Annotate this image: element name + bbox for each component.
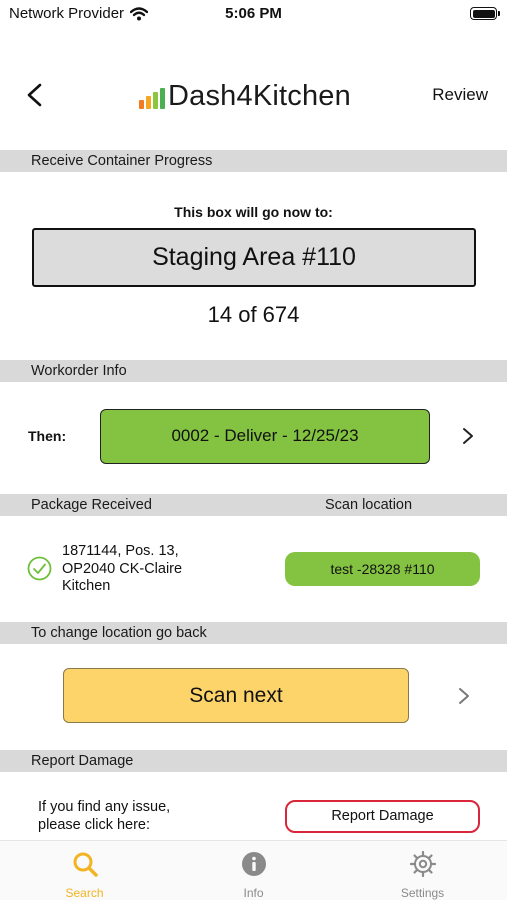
tab-info-label: Info <box>243 886 264 900</box>
gear-icon <box>409 850 436 878</box>
app-name: Dash4Kitchen <box>168 80 351 112</box>
info-icon <box>241 852 266 876</box>
package-line-3: Kitchen <box>62 578 111 594</box>
then-label: Then: <box>28 428 67 444</box>
workorder-chevron-right-icon[interactable] <box>459 426 477 446</box>
scan-next-button[interactable]: Scan next <box>63 668 409 723</box>
back-chevron-icon[interactable] <box>22 80 50 110</box>
issue-line-1: If you find any issue, <box>38 799 171 815</box>
scan-location-label: Scan location <box>325 497 413 513</box>
tab-settings-label: Settings <box>400 886 445 900</box>
package-line-1: 1871144, Pos. 13, <box>62 543 179 559</box>
tab-info[interactable]: Info <box>169 841 338 900</box>
tab-bar: Search Info Settings <box>0 840 507 900</box>
app-logo: Dash4Kitchen <box>139 80 351 113</box>
tab-search[interactable]: Search <box>0 841 169 900</box>
package-details: 1871144, Pos. 13, OP2040 CK-Claire Kitch… <box>62 543 222 596</box>
workorder-button[interactable]: 0002 - Deliver - 12/25/23 <box>100 409 430 464</box>
review-button[interactable]: Review <box>432 85 488 105</box>
destination-label: This box will go now to: <box>174 204 333 220</box>
package-received-label: Package Received <box>31 497 152 513</box>
destination-box: Staging Area #110 <box>32 228 476 287</box>
logo-bars-icon <box>139 88 165 109</box>
navigation-bar: Dash4Kitchen Review <box>0 60 507 132</box>
issue-instructions: If you find any issue, please click here… <box>38 799 170 834</box>
section-header-package: Package Received Scan location <box>0 494 507 516</box>
status-time: 5:06 PM <box>225 5 282 22</box>
section-header-workorder: Workorder Info <box>0 360 507 382</box>
scan-chevron-right-icon[interactable] <box>455 686 473 706</box>
section-header-damage: Report Damage <box>0 750 507 772</box>
check-circle-icon <box>27 556 52 581</box>
scan-location-button[interactable]: test -28328 #110 <box>285 552 480 586</box>
issue-line-2: please click here: <box>38 816 151 833</box>
status-bar: Network Provider 5:06 PM <box>0 0 507 30</box>
progress-count: 14 of 674 <box>207 302 300 327</box>
section-header-progress: Receive Container Progress <box>0 150 507 172</box>
package-line-2: OP2040 CK-Claire <box>62 560 183 577</box>
search-icon <box>73 852 98 877</box>
section-header-change-location: To change location go back <box>0 622 507 644</box>
battery-icon <box>470 7 500 20</box>
report-damage-button[interactable]: Report Damage <box>285 800 480 833</box>
tab-settings[interactable]: Settings <box>338 841 507 900</box>
tab-search-label: Search <box>65 886 104 900</box>
